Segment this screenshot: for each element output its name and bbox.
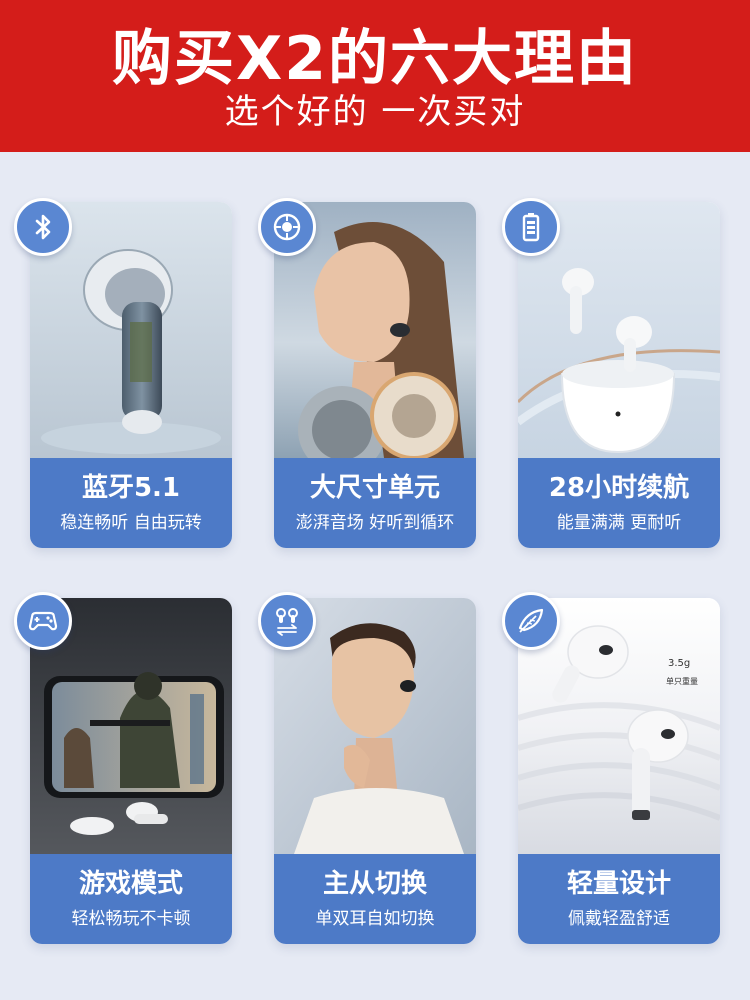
bluetooth-icon: [14, 198, 72, 256]
feature-info: 游戏模式 轻松畅玩不卡顿: [30, 854, 232, 944]
feature-title: 游戏模式: [78, 869, 183, 899]
feature-card-driver: 大尺寸单元 澎湃音场 好听到循环: [274, 202, 476, 548]
feature-subtitle: 能量满满 更耐听: [556, 513, 682, 533]
feature-subtitle: 轻松畅玩不卡顿: [71, 909, 191, 929]
battery-icon: [502, 198, 560, 256]
feature-info: 主从切换 单双耳自如切换: [274, 854, 476, 944]
feature-title: 大尺寸单元: [309, 473, 440, 503]
feature-subtitle: 佩戴轻盈舒适: [568, 909, 670, 929]
header-banner: 购买X2的六大理由 选个好的 一次买对: [0, 0, 750, 152]
speaker-driver-icon: [258, 198, 316, 256]
page-title: 购买X2的六大理由: [111, 24, 638, 94]
page-subtitle: 选个好的 一次买对: [224, 92, 526, 132]
feature-subtitle: 单双耳自如切换: [315, 909, 435, 929]
feature-card-weight: 3.5g 单只重量 轻量设计 佩戴轻盈舒适: [518, 598, 720, 944]
feature-card-game: 游戏模式 轻松畅玩不卡顿: [30, 598, 232, 944]
feature-info: 大尺寸单元 澎湃音场 好听到循环: [274, 458, 476, 548]
feature-card-battery: 28小时续航 能量满满 更耐听: [518, 202, 720, 548]
feature-title: 主从切换: [322, 869, 427, 899]
gamepad-icon: [14, 592, 72, 650]
feature-title: 28小时续航: [548, 473, 690, 503]
weight-caption: 单只重量: [666, 676, 698, 686]
feature-title: 轻量设计: [566, 869, 671, 899]
feature-card-bluetooth: 蓝牙5.1 稳连畅听 自由玩转: [30, 202, 232, 548]
feature-card-switch: 主从切换 单双耳自如切换: [274, 598, 476, 944]
feather-icon: [502, 592, 560, 650]
weight-value: 3.5g: [668, 658, 690, 669]
feature-title: 蓝牙5.1: [81, 473, 181, 503]
feature-subtitle: 澎湃音场 好听到循环: [295, 513, 455, 533]
feature-info: 轻量设计 佩戴轻盈舒适: [518, 854, 720, 944]
feature-info: 蓝牙5.1 稳连畅听 自由玩转: [30, 458, 232, 548]
earbuds-switch-icon: [258, 592, 316, 650]
feature-info: 28小时续航 能量满满 更耐听: [518, 458, 720, 548]
feature-subtitle: 稳连畅听 自由玩转: [60, 513, 202, 533]
